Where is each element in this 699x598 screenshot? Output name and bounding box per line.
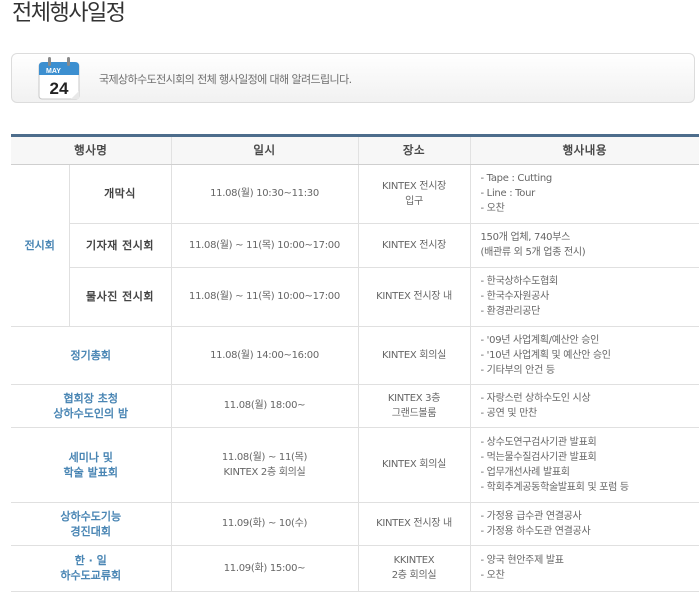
event-content: - 한국상하수도협회 - 한국수자원공사 - 환경관리공단 <box>469 267 699 327</box>
event-place: KINTEX 전시장 내 <box>357 267 470 327</box>
event-date: 11.08(월) 10:30~11:30 <box>170 164 358 224</box>
notice-text: 국제상하수도전시회의 전체 행사일정에 대해 알려드립니다. <box>99 73 352 86</box>
table-row: 협회장 초청 상하수도인의 밤 11.08(월) 18:00~ KINTEX 3… <box>11 384 699 428</box>
event-name: 한 · 일 하수도교류회 <box>11 545 171 592</box>
event-place: KINTEX 3층 그랜드볼룸 <box>357 384 470 428</box>
event-content: - 상수도연구검사기관 발표회 - 먹는물수질검사기관 발표회 - 업무개선사례… <box>469 427 699 503</box>
event-date: 11.09(화) 15:00~ <box>170 545 358 592</box>
event-content: - 자랑스런 상하수도인 시상 - 공연 및 만찬 <box>469 384 699 428</box>
event-name: 개막식 <box>68 164 171 224</box>
header-date: 일시 <box>170 137 358 165</box>
event-place: KINTEX 전시장 입구 <box>357 164 470 224</box>
table-header-row: 행사명 일시 장소 행사내용 <box>11 137 699 165</box>
schedule-table: 행사명 일시 장소 행사내용 전시회 개막식 11.08(월) 10:30~11… <box>11 134 699 592</box>
category-exhibition: 전시회 <box>11 164 69 327</box>
event-date: 11.08(월) ~ 11(목) KINTEX 2층 회의실 <box>170 427 358 503</box>
event-name: 상하수도기능 경진대회 <box>11 502 171 546</box>
event-name: 세미나 및 학술 발표회 <box>11 427 171 503</box>
event-name: 기자재 전시회 <box>68 223 171 268</box>
event-content: 150개 업체, 740부스 (배관류 외 5개 업종 전시) <box>469 223 699 268</box>
event-content: - 가정용 급수관 연결공사 - 가정용 하수도관 연결공사 <box>469 502 699 546</box>
event-place: KINTEX 전시장 <box>357 223 470 268</box>
event-date: 11.08(월) 14:00~16:00 <box>170 326 358 385</box>
event-content: - Tape : Cutting - Line : Tour - 오찬 <box>469 164 699 224</box>
header-event-name: 행사명 <box>11 137 171 165</box>
calendar-day: 24 <box>50 79 69 98</box>
event-place: KINTEX 회의실 <box>357 427 470 503</box>
event-date: 11.08(월) 18:00~ <box>170 384 358 428</box>
event-content: - 양국 현안주제 발표 - 오찬 <box>469 545 699 592</box>
event-name: 정기총회 <box>11 326 171 385</box>
table-row: 기자재 전시회 11.08(월) ~ 11(목) 10:00~17:00 KIN… <box>11 223 699 268</box>
table-row: 물사진 전시회 11.08(월) ~ 11(목) 10:00~17:00 KIN… <box>11 267 699 327</box>
event-name: 물사진 전시회 <box>68 267 171 327</box>
table-row: 한 · 일 하수도교류회 11.09(화) 15:00~ KKINTEX 2층 … <box>11 545 699 592</box>
page-title: 전체행사일정 <box>12 1 126 26</box>
notice-box: 국제상하수도전시회의 전체 행사일정에 대해 알려드립니다. <box>11 53 695 103</box>
header-place: 장소 <box>357 137 470 165</box>
event-place: KINTEX 전시장 내 <box>357 502 470 546</box>
event-date: 11.08(월) ~ 11(목) 10:00~17:00 <box>170 267 358 327</box>
table-row: 전시회 개막식 11.08(월) 10:30~11:30 KINTEX 전시장 … <box>11 164 699 327</box>
calendar-month: MAY <box>46 68 61 75</box>
event-place: KINTEX 회의실 <box>357 326 470 385</box>
event-name: 협회장 초청 상하수도인의 밤 <box>11 384 171 428</box>
calendar-icon: MAY 24 <box>38 57 80 100</box>
table-row: 정기총회 11.08(월) 14:00~16:00 KINTEX 회의실 - '… <box>11 326 699 385</box>
table-row: 세미나 및 학술 발표회 11.08(월) ~ 11(목) KINTEX 2층 … <box>11 427 699 503</box>
header-content: 행사내용 <box>469 137 699 165</box>
event-place: KKINTEX 2층 회의실 <box>357 545 470 592</box>
event-content: - '09년 사업계획/예산안 승인 - '10년 사업계획 및 예산안 승인 … <box>469 326 699 385</box>
table-row: 상하수도기능 경진대회 11.09(화) ~ 10(수) KINTEX 전시장 … <box>11 502 699 546</box>
event-date: 11.09(화) ~ 10(수) <box>170 502 358 546</box>
event-date: 11.08(월) ~ 11(목) 10:00~17:00 <box>170 223 358 268</box>
